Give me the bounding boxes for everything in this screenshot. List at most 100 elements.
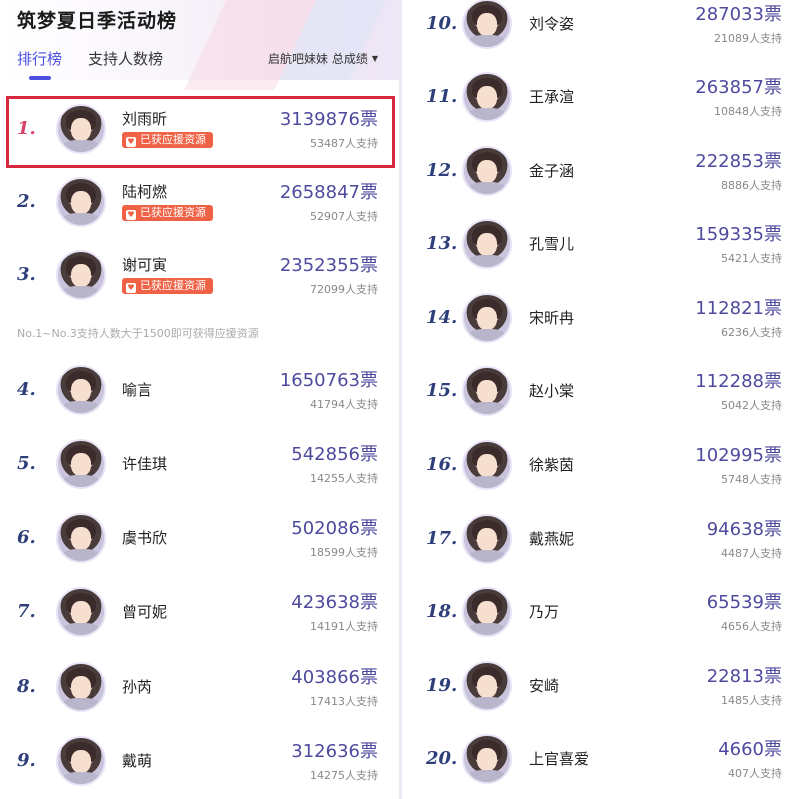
ranking-row[interactable]: 2. 陆柯燃 ♥ 已获应援资源 2658847票 52907人支持 — [0, 167, 400, 241]
supporter-count: 5421人支持 — [721, 252, 782, 265]
rank-number: 2. — [17, 191, 36, 212]
supporter-count: 407人支持 — [728, 767, 782, 780]
tab-supporters[interactable]: 支持人数榜 — [88, 48, 163, 69]
rank-number: 5. — [17, 453, 36, 474]
ranking-row[interactable]: 14. 宋昕冉 112821票 6236人支持 — [402, 283, 800, 357]
rank-number: 18. — [426, 601, 458, 622]
ranking-panel-left: 筑梦夏日季活动榜 排行榜 支持人数榜 启航吧妹妹 总成绩 ▼ 1. 刘雨昕 ♥ 已获应援… — [0, 0, 400, 799]
active-tab-indicator — [29, 76, 51, 80]
ranking-row[interactable]: 6. 虞书欣 502086票 18599人支持 — [0, 503, 400, 577]
ranking-row[interactable]: 4. 喻言 1650763票 41794人支持 — [0, 355, 400, 429]
avatar[interactable] — [56, 104, 106, 154]
avatar-face — [71, 191, 91, 214]
tab-ranking[interactable]: 排行榜 — [17, 48, 62, 69]
ranking-row[interactable]: 9. 戴萌 312636票 14275人支持 — [0, 726, 400, 799]
contestant-name: 戴燕妮 — [529, 530, 575, 548]
resource-badge-label: 已获应援资源 — [140, 206, 206, 219]
ranking-row[interactable]: 17. 戴燕妮 94638票 4487人支持 — [402, 504, 800, 578]
avatar-face — [477, 233, 497, 256]
contestant-name: 喻言 — [122, 381, 153, 399]
ranking-row[interactable]: 3. 谢可寅 ♥ 已获应援资源 2352355票 72099人支持 — [0, 240, 400, 314]
contestant-name: 赵小棠 — [529, 382, 575, 400]
supporter-count: 17413人支持 — [310, 695, 378, 708]
avatar-face — [477, 307, 497, 330]
ranking-row[interactable]: 10. 刘令姿 287033票 21089人支持 — [402, 0, 800, 63]
avatar[interactable] — [462, 219, 512, 269]
avatar[interactable] — [462, 734, 512, 784]
contestant-name: 徐紫茵 — [529, 456, 575, 474]
avatar[interactable] — [462, 514, 512, 564]
ranking-row[interactable]: 19. 安崎 22813票 1485人支持 — [402, 651, 800, 725]
avatar-face — [477, 160, 497, 183]
avatar[interactable] — [56, 587, 106, 637]
avatar-body — [61, 549, 101, 561]
avatar-face — [71, 264, 91, 287]
ranking-row[interactable]: 7. 曾可妮 423638票 14191人支持 — [0, 577, 400, 651]
contestant-name: 金子涵 — [529, 162, 575, 180]
ranking-row[interactable]: 1. 刘雨昕 ♥ 已获应援资源 3139876票 53487人支持 — [0, 94, 400, 168]
vote-count: 94638票 — [706, 519, 782, 540]
supporter-count: 52907人支持 — [310, 210, 378, 223]
season-filter-dropdown[interactable]: 启航吧妹妹 总成绩 ▼ — [268, 50, 378, 67]
ranking-row[interactable]: 12. 金子涵 222853票 8886人支持 — [402, 136, 800, 210]
resource-badge-label: 已获应援资源 — [140, 133, 206, 146]
rank-number: 16. — [426, 454, 458, 475]
contestant-name: 刘雨昕 — [122, 110, 168, 128]
vote-count: 112288票 — [695, 371, 782, 392]
avatar[interactable] — [56, 736, 106, 786]
supporter-count: 72099人支持 — [310, 283, 378, 296]
ranking-row[interactable]: 15. 赵小棠 112288票 5042人支持 — [402, 356, 800, 430]
award-icon: ♥ — [126, 210, 136, 220]
ranking-row[interactable]: 5. 许佳琪 542856票 14255人支持 — [0, 429, 400, 503]
avatar[interactable] — [56, 662, 106, 712]
vote-count: 22813票 — [706, 666, 782, 687]
avatar[interactable] — [462, 661, 512, 711]
avatar[interactable] — [56, 513, 106, 563]
rank-number: 7. — [17, 601, 36, 622]
rank-number: 19. — [426, 675, 458, 696]
ranking-row[interactable]: 16. 徐紫茵 102995票 5748人支持 — [402, 430, 800, 504]
contestant-name: 戴萌 — [122, 752, 153, 770]
vote-count: 312636票 — [291, 741, 378, 762]
vote-count: 65539票 — [706, 592, 782, 613]
contestant-name: 许佳琪 — [122, 455, 168, 473]
avatar[interactable] — [462, 587, 512, 637]
avatar[interactable] — [462, 366, 512, 416]
rank-number: 9. — [17, 750, 36, 771]
avatar-face — [477, 601, 497, 624]
avatar[interactable] — [462, 0, 512, 49]
avatar[interactable] — [56, 177, 106, 227]
caret-down-icon: ▼ — [371, 54, 378, 63]
award-icon: ♥ — [126, 137, 136, 147]
supporter-count: 14275人支持 — [310, 769, 378, 782]
avatar[interactable] — [56, 250, 106, 300]
ranking-row[interactable]: 13. 孔雪儿 159335票 5421人支持 — [402, 209, 800, 283]
avatar-body — [467, 623, 507, 635]
ranking-row[interactable]: 8. 孙芮 403866票 17413人支持 — [0, 652, 400, 726]
contestant-name: 孙芮 — [122, 678, 153, 696]
avatar-face — [71, 527, 91, 550]
rank-number: 20. — [426, 748, 458, 769]
rank-number: 4. — [17, 379, 36, 400]
avatar[interactable] — [56, 365, 106, 415]
page-title: 筑梦夏日季活动榜 — [17, 10, 178, 32]
vote-count: 159335票 — [695, 224, 782, 245]
avatar[interactable] — [56, 439, 106, 489]
avatar[interactable] — [462, 293, 512, 343]
vote-count: 502086票 — [291, 518, 378, 539]
ranking-row[interactable]: 11. 王承渲 263857票 10848人支持 — [402, 62, 800, 136]
avatar[interactable] — [462, 146, 512, 196]
avatar-body — [467, 35, 507, 47]
vote-count: 222853票 — [695, 151, 782, 172]
resource-badge: ♥ 已获应援资源 — [122, 278, 213, 294]
ranking-row[interactable]: 18. 乃万 65539票 4656人支持 — [402, 577, 800, 651]
avatar-body — [467, 108, 507, 120]
avatar[interactable] — [462, 72, 512, 122]
ranking-row[interactable]: 20. 上官喜爱 4660票 407人支持 — [402, 724, 800, 798]
supporter-count: 53487人支持 — [310, 137, 378, 150]
rank-number: 12. — [426, 160, 458, 181]
vote-count: 3139876票 — [279, 109, 378, 130]
avatar[interactable] — [462, 440, 512, 490]
avatar-body — [467, 182, 507, 194]
vote-count: 2352355票 — [279, 255, 378, 276]
